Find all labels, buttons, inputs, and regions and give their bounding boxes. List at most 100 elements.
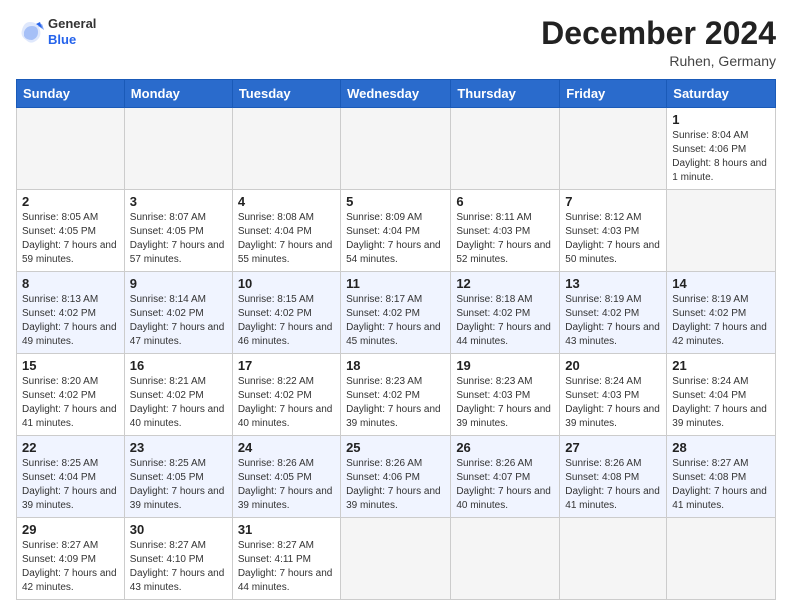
day-info: Sunrise: 8:27 AMSunset: 4:11 PMDaylight:… bbox=[238, 539, 335, 595]
calendar-week-row: 8 Sunrise: 8:13 AMSunset: 4:02 PMDaylight… bbox=[17, 272, 776, 354]
calendar-empty-cell bbox=[451, 108, 560, 190]
day-info: Sunrise: 8:26 AMSunset: 4:08 PMDaylight:… bbox=[565, 457, 661, 513]
day-info: Sunrise: 8:27 AMSunset: 4:10 PMDaylight:… bbox=[130, 539, 227, 595]
day-number: 19 bbox=[456, 358, 554, 373]
day-number: 6 bbox=[456, 194, 554, 209]
day-number: 10 bbox=[238, 276, 335, 291]
calendar-day-cell: 9 Sunrise: 8:14 AMSunset: 4:02 PMDaylight… bbox=[124, 272, 232, 354]
logo-general: General bbox=[48, 16, 96, 31]
day-number: 27 bbox=[565, 440, 661, 455]
calendar-day-cell: 3 Sunrise: 8:07 AMSunset: 4:05 PMDaylight… bbox=[124, 190, 232, 272]
calendar-day-header: Sunday bbox=[17, 80, 125, 108]
day-info: Sunrise: 8:22 AMSunset: 4:02 PMDaylight:… bbox=[238, 375, 335, 431]
day-number: 11 bbox=[346, 276, 445, 291]
calendar-empty-cell bbox=[341, 108, 451, 190]
calendar-day-cell: 10 Sunrise: 8:15 AMSunset: 4:02 PMDayligh… bbox=[232, 272, 340, 354]
calendar-day-cell: 30 Sunrise: 8:27 AMSunset: 4:10 PMDayligh… bbox=[124, 518, 232, 600]
calendar-day-header: Wednesday bbox=[341, 80, 451, 108]
calendar-day-cell: 2 Sunrise: 8:05 AMSunset: 4:05 PMDaylight… bbox=[17, 190, 125, 272]
logo: General Blue bbox=[16, 16, 96, 47]
day-number: 21 bbox=[672, 358, 770, 373]
calendar-day-cell bbox=[560, 518, 667, 600]
calendar-day-cell: 26Sunrise: 8:26 AMSunset: 4:07 PMDayligh… bbox=[451, 436, 560, 518]
calendar-day-cell: 5Sunrise: 8:09 AMSunset: 4:04 PMDaylight… bbox=[341, 190, 451, 272]
month-title: December 2024 bbox=[541, 16, 776, 51]
calendar-day-cell bbox=[667, 518, 776, 600]
calendar-week-row: 29 Sunrise: 8:27 AMSunset: 4:09 PMDayligh… bbox=[17, 518, 776, 600]
calendar-page: General Blue December 2024 Ruhen, German… bbox=[0, 0, 792, 612]
location: Ruhen, Germany bbox=[541, 53, 776, 69]
day-number: 15 bbox=[22, 358, 119, 373]
calendar-day-cell: 19 Sunrise: 8:23 AMSunset: 4:03 PMDayligh… bbox=[451, 354, 560, 436]
day-number: 9 bbox=[130, 276, 227, 291]
calendar-day-cell: 16Sunrise: 8:21 AMSunset: 4:02 PMDayligh… bbox=[124, 354, 232, 436]
day-info: Sunrise: 8:13 AMSunset: 4:02 PMDaylight:… bbox=[22, 293, 119, 349]
day-number: 2 bbox=[22, 194, 119, 209]
day-number: 31 bbox=[238, 522, 335, 537]
day-info: Sunrise: 8:17 AMSunset: 4:02 PMDaylight:… bbox=[346, 293, 445, 349]
day-number: 20 bbox=[565, 358, 661, 373]
day-info: Sunrise: 8:27 AMSunset: 4:09 PMDaylight:… bbox=[22, 539, 119, 595]
day-number: 14 bbox=[672, 276, 770, 291]
calendar-day-cell: 24 Sunrise: 8:26 AMSunset: 4:05 PMDayligh… bbox=[232, 436, 340, 518]
calendar-day-cell: 14Sunrise: 8:19 AMSunset: 4:02 PMDayligh… bbox=[667, 272, 776, 354]
calendar-day-cell: 15 Sunrise: 8:20 AMSunset: 4:02 PMDayligh… bbox=[17, 354, 125, 436]
calendar-day-cell: 8 Sunrise: 8:13 AMSunset: 4:02 PMDaylight… bbox=[17, 272, 125, 354]
day-info: Sunrise: 8:24 AMSunset: 4:03 PMDaylight:… bbox=[565, 375, 661, 431]
calendar-day-cell: 6 Sunrise: 8:11 AMSunset: 4:03 PMDaylight… bbox=[451, 190, 560, 272]
calendar-day-cell bbox=[451, 518, 560, 600]
day-info: Sunrise: 8:20 AMSunset: 4:02 PMDaylight:… bbox=[22, 375, 119, 431]
calendar-day-cell: 11 Sunrise: 8:17 AMSunset: 4:02 PMDayligh… bbox=[341, 272, 451, 354]
day-info: Sunrise: 8:26 AMSunset: 4:05 PMDaylight:… bbox=[238, 457, 335, 513]
calendar-day-header: Saturday bbox=[667, 80, 776, 108]
day-info: Sunrise: 8:08 AMSunset: 4:04 PMDaylight:… bbox=[238, 211, 335, 267]
calendar-week-row: 1 Sunrise: 8:04 AMSunset: 4:06 PMDaylight… bbox=[17, 108, 776, 190]
logo-blue: Blue bbox=[48, 32, 76, 47]
day-info: Sunrise: 8:11 AMSunset: 4:03 PMDaylight:… bbox=[456, 211, 554, 267]
day-number: 7 bbox=[565, 194, 661, 209]
day-number: 1 bbox=[672, 112, 770, 127]
day-info: Sunrise: 8:21 AMSunset: 4:02 PMDaylight:… bbox=[130, 375, 227, 431]
calendar-empty-cell bbox=[124, 108, 232, 190]
day-number: 3 bbox=[130, 194, 227, 209]
calendar-day-cell: 25 Sunrise: 8:26 AMSunset: 4:06 PMDayligh… bbox=[341, 436, 451, 518]
calendar-empty-cell bbox=[232, 108, 340, 190]
calendar-day-header: Thursday bbox=[451, 80, 560, 108]
day-number: 18 bbox=[346, 358, 445, 373]
day-number: 30 bbox=[130, 522, 227, 537]
calendar-day-cell: 29 Sunrise: 8:27 AMSunset: 4:09 PMDayligh… bbox=[17, 518, 125, 600]
calendar-day-cell: 13Sunrise: 8:19 AMSunset: 4:02 PMDayligh… bbox=[560, 272, 667, 354]
day-number: 29 bbox=[22, 522, 119, 537]
calendar-day-cell: 31 Sunrise: 8:27 AMSunset: 4:11 PMDayligh… bbox=[232, 518, 340, 600]
calendar-week-row: 15 Sunrise: 8:20 AMSunset: 4:02 PMDayligh… bbox=[17, 354, 776, 436]
calendar-day-header: Tuesday bbox=[232, 80, 340, 108]
day-number: 28 bbox=[672, 440, 770, 455]
day-info: Sunrise: 8:04 AMSunset: 4:06 PMDaylight:… bbox=[672, 129, 770, 185]
calendar-day-cell: 4Sunrise: 8:08 AMSunset: 4:04 PMDaylight… bbox=[232, 190, 340, 272]
day-number: 23 bbox=[130, 440, 227, 455]
day-info: Sunrise: 8:14 AMSunset: 4:02 PMDaylight:… bbox=[130, 293, 227, 349]
day-info: Sunrise: 8:19 AMSunset: 4:02 PMDaylight:… bbox=[565, 293, 661, 349]
day-info: Sunrise: 8:26 AMSunset: 4:06 PMDaylight:… bbox=[346, 457, 445, 513]
calendar-day-cell: 21 Sunrise: 8:24 AMSunset: 4:04 PMDayligh… bbox=[667, 354, 776, 436]
day-info: Sunrise: 8:25 AMSunset: 4:05 PMDaylight:… bbox=[130, 457, 227, 513]
day-info: Sunrise: 8:05 AMSunset: 4:05 PMDaylight:… bbox=[22, 211, 119, 267]
calendar-day-cell: 18 Sunrise: 8:23 AMSunset: 4:02 PMDayligh… bbox=[341, 354, 451, 436]
day-number: 26 bbox=[456, 440, 554, 455]
calendar-day-cell: 23 Sunrise: 8:25 AMSunset: 4:05 PMDayligh… bbox=[124, 436, 232, 518]
day-number: 17 bbox=[238, 358, 335, 373]
day-info: Sunrise: 8:24 AMSunset: 4:04 PMDaylight:… bbox=[672, 375, 770, 431]
day-number: 25 bbox=[346, 440, 445, 455]
day-number: 8 bbox=[22, 276, 119, 291]
day-info: Sunrise: 8:07 AMSunset: 4:05 PMDaylight:… bbox=[130, 211, 227, 267]
day-info: Sunrise: 8:15 AMSunset: 4:02 PMDaylight:… bbox=[238, 293, 335, 349]
day-number: 12 bbox=[456, 276, 554, 291]
calendar-day-cell bbox=[341, 518, 451, 600]
calendar-week-row: 2 Sunrise: 8:05 AMSunset: 4:05 PMDaylight… bbox=[17, 190, 776, 272]
day-info: Sunrise: 8:23 AMSunset: 4:03 PMDaylight:… bbox=[456, 375, 554, 431]
logo-icon bbox=[16, 18, 44, 46]
calendar-week-row: 22Sunrise: 8:25 AMSunset: 4:04 PMDayligh… bbox=[17, 436, 776, 518]
day-number: 24 bbox=[238, 440, 335, 455]
day-info: Sunrise: 8:23 AMSunset: 4:02 PMDaylight:… bbox=[346, 375, 445, 431]
calendar-day-cell: 22Sunrise: 8:25 AMSunset: 4:04 PMDayligh… bbox=[17, 436, 125, 518]
